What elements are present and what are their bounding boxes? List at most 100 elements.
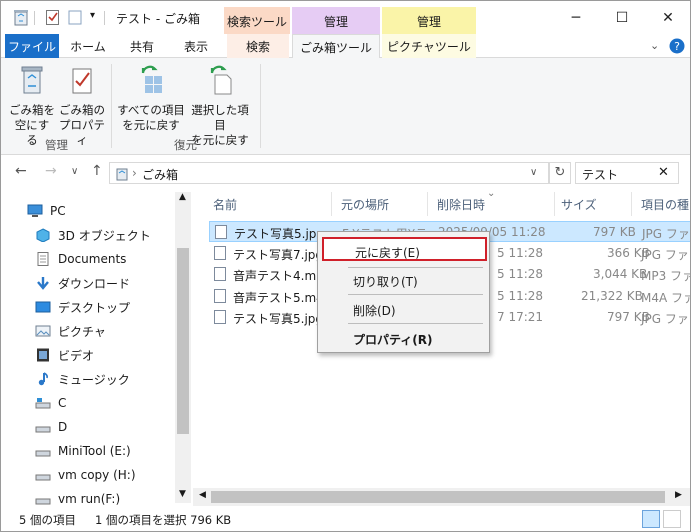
recycle-bin-properties-button[interactable]: ごみ箱の プロパティ <box>58 64 106 148</box>
details-view-icon[interactable] <box>642 510 660 528</box>
image-file-icon <box>214 246 226 260</box>
column-header-item-type[interactable]: 項目の種 <box>641 196 689 213</box>
up-arrow-icon[interactable]: ↑ <box>91 163 103 179</box>
ribbon-separator <box>111 64 112 148</box>
audio-file-icon <box>214 267 226 281</box>
file-type: JPG ファイ <box>642 227 690 241</box>
nav-label: ダウンロード <box>58 276 131 291</box>
nav-item-documents[interactable]: Documents <box>35 248 126 270</box>
nav-item-minitool-e[interactable]: MiniTool (E:) <box>35 440 131 462</box>
empty-recycle-bin-button[interactable]: ごみ箱を 空にする <box>9 64 55 148</box>
column-header-original-location[interactable]: 元の場所 <box>341 196 389 213</box>
nav-item-downloads[interactable]: ダウンロード <box>35 272 130 294</box>
menu-separator <box>348 294 483 295</box>
back-arrow-icon[interactable]: ← <box>15 163 27 179</box>
pc-icon <box>27 204 43 217</box>
nav-label: C <box>58 396 67 410</box>
nav-label: ピクチャ <box>58 324 106 339</box>
nav-item-drive-c[interactable]: C <box>35 392 66 414</box>
file-date: 5 11:28 <box>497 267 544 281</box>
address-bar[interactable]: › ごみ箱 ∨ <box>109 162 549 184</box>
file-type: JPG ファイ <box>641 248 690 262</box>
restore-selected-button[interactable]: 選択した項目 を元に戻す <box>186 64 254 148</box>
recycle-bin-address-icon <box>116 168 128 181</box>
new-folder-icon[interactable] <box>67 7 83 27</box>
tab-recycle-bin-tools[interactable]: ごみ箱ツール <box>292 34 380 59</box>
nav-label: vm run(F:) <box>58 492 121 506</box>
tab-home[interactable]: ホーム <box>63 34 113 58</box>
recent-dropdown-icon[interactable]: ∨ <box>71 166 78 177</box>
address-dropdown-icon[interactable]: ∨ <box>530 167 537 178</box>
nav-item-music[interactable]: ミュージック <box>35 368 130 390</box>
nav-item-drive-d[interactable]: D <box>35 416 67 438</box>
tab-share[interactable]: 共有 <box>119 34 165 58</box>
nav-label: vm copy (H:) <box>58 468 136 482</box>
tab-file[interactable]: ファイル <box>5 34 59 58</box>
menu-item-properties[interactable]: プロパティ(R) <box>322 326 487 350</box>
nav-scroll-thumb[interactable] <box>177 248 189 434</box>
window-title: テスト - ごみ箱 <box>116 12 200 26</box>
nav-item-vm-copy-h[interactable]: vm copy (H:) <box>35 464 136 486</box>
nav-item-videos[interactable]: ビデオ <box>35 344 94 366</box>
nav-item-pictures[interactable]: ピクチャ <box>35 320 106 342</box>
restore-all-button[interactable]: すべての項目 を元に戻す <box>117 64 185 133</box>
tab-search[interactable]: 検索 <box>227 34 289 58</box>
properties-check-icon[interactable] <box>45 7 61 27</box>
tab-view[interactable]: 表示 <box>171 34 221 58</box>
nav-item-pc[interactable]: PC <box>27 200 66 222</box>
scroll-down-icon[interactable]: ▼ <box>179 489 186 499</box>
svg-text:?: ? <box>674 40 680 53</box>
refresh-button[interactable]: ↻ <box>549 162 571 184</box>
file-type: JPG ファイ <box>641 312 690 326</box>
column-header-size[interactable]: サイズ <box>561 196 597 213</box>
nav-item-3d-objects[interactable]: 3D オブジェクト <box>35 224 151 246</box>
restore-all-label: すべての項目 を元に戻す <box>117 103 185 132</box>
breadcrumb-recycle-bin[interactable]: ごみ箱 <box>142 166 178 183</box>
status-bar: 5 個の項目 1 個の項目を選択 796 KB <box>1 506 690 531</box>
tab-picture-tools[interactable]: ピクチャツール <box>382 34 476 58</box>
h-scroll-thumb[interactable] <box>211 491 665 503</box>
file-size: 797 KB <box>593 225 636 239</box>
music-icon <box>38 372 48 386</box>
nav-label: 3D オブジェクト <box>58 228 151 243</box>
nav-label: デスクトップ <box>58 300 131 315</box>
column-separator <box>631 192 632 216</box>
minimize-button[interactable]: ─ <box>553 1 599 34</box>
horizontal-scrollbar[interactable]: ◀ ▶ <box>193 488 690 506</box>
menu-item-delete[interactable]: 削除(D) <box>322 297 487 321</box>
nav-label: ビデオ <box>58 348 95 363</box>
large-icons-view-icon[interactable] <box>663 510 681 528</box>
menu-item-cut[interactable]: 切り取り(T) <box>322 268 487 292</box>
scroll-left-icon[interactable]: ◀ <box>199 490 206 500</box>
clear-search-icon[interactable]: ✕ <box>658 165 669 180</box>
nav-item-desktop[interactable]: デスクトップ <box>35 296 130 318</box>
video-icon <box>37 348 49 362</box>
search-input[interactable]: テスト <box>582 166 618 183</box>
ribbon: ごみ箱を 空にする ごみ箱の プロパティ 管理 すべての項目 を元に戻す 選択し… <box>1 58 690 155</box>
maximize-button[interactable]: ☐ <box>599 1 645 34</box>
scroll-up-icon[interactable]: ▲ <box>179 192 186 202</box>
column-separator <box>427 192 428 216</box>
recycle-bin-small-icon <box>14 10 28 26</box>
audio-file-icon <box>214 289 226 303</box>
navigation-pane: PC 3D オブジェクト Documents ダウンロード デスクトップ ピクチ… <box>1 188 191 506</box>
search-box[interactable]: テスト ✕ <box>575 162 679 184</box>
close-button[interactable]: ✕ <box>645 1 690 34</box>
column-header-date-deleted[interactable]: 削除日時 <box>437 196 485 213</box>
scroll-right-icon[interactable]: ▶ <box>675 490 682 500</box>
group-label-manage: 管理 <box>45 138 68 152</box>
menu-item-restore[interactable]: 元に戻す(E) <box>322 237 487 261</box>
qa-dropdown-icon[interactable]: ▾ <box>90 10 95 30</box>
qa-separator-2 <box>104 11 105 25</box>
cube-icon <box>36 228 50 242</box>
file-type: MP3 ファイ <box>641 269 690 283</box>
forward-arrow-icon[interactable]: → <box>45 163 57 179</box>
collapse-ribbon-icon[interactable]: ⌄ <box>650 39 659 52</box>
help-icon[interactable]: ? <box>669 38 685 54</box>
breadcrumb-separator: › <box>132 166 137 180</box>
column-header-name[interactable]: 名前 <box>213 196 237 213</box>
file-size: 3,044 KB <box>593 267 648 281</box>
menu-separator <box>348 323 483 324</box>
pictures-icon <box>35 325 51 337</box>
nav-scrollbar[interactable]: ▲ ▼ <box>175 192 191 503</box>
